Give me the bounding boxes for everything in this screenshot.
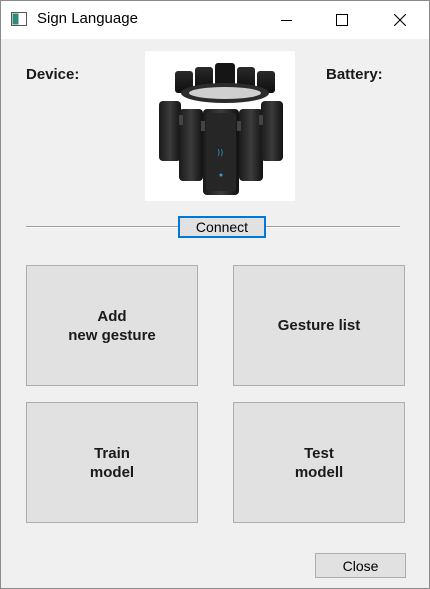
minimize-button[interactable]: [263, 1, 309, 39]
main-window: Sign Language Device: Battery:)) Connec…: [0, 0, 430, 589]
gesture-list-button[interactable]: Gesture list: [233, 265, 405, 386]
maximize-button[interactable]: [319, 1, 365, 39]
close-window-button[interactable]: [377, 1, 423, 39]
maximize-icon: [336, 14, 348, 26]
train-model-label: Train model: [89, 444, 135, 481]
device-label: Device:: [26, 66, 80, 83]
test-model-label: Test modell: [294, 444, 344, 481]
close-button[interactable]: Close: [315, 553, 406, 578]
window-title: Sign Language: [37, 10, 138, 27]
form-content: Device: Battery:)) Connect Add new gest…: [1, 39, 429, 588]
close-icon: [394, 14, 406, 26]
battery-label: Battery:: [326, 66, 383, 83]
add-new-gesture-label: Add new gesture: [68, 307, 156, 344]
test-model-button[interactable]: Test modell: [233, 402, 405, 523]
minimize-icon: [280, 15, 292, 26]
svg-text:)): )): [217, 148, 223, 157]
train-model-button[interactable]: Train model: [26, 402, 198, 523]
window-app-icon: [11, 12, 27, 26]
add-new-gesture-button[interactable]: Add new gesture: [26, 265, 198, 386]
title-bar[interactable]: Sign Language: [1, 1, 429, 39]
armband-device-image: )): [145, 51, 295, 201]
gesture-list-label: Gesture list: [277, 317, 361, 334]
connect-button[interactable]: Connect: [178, 216, 266, 238]
